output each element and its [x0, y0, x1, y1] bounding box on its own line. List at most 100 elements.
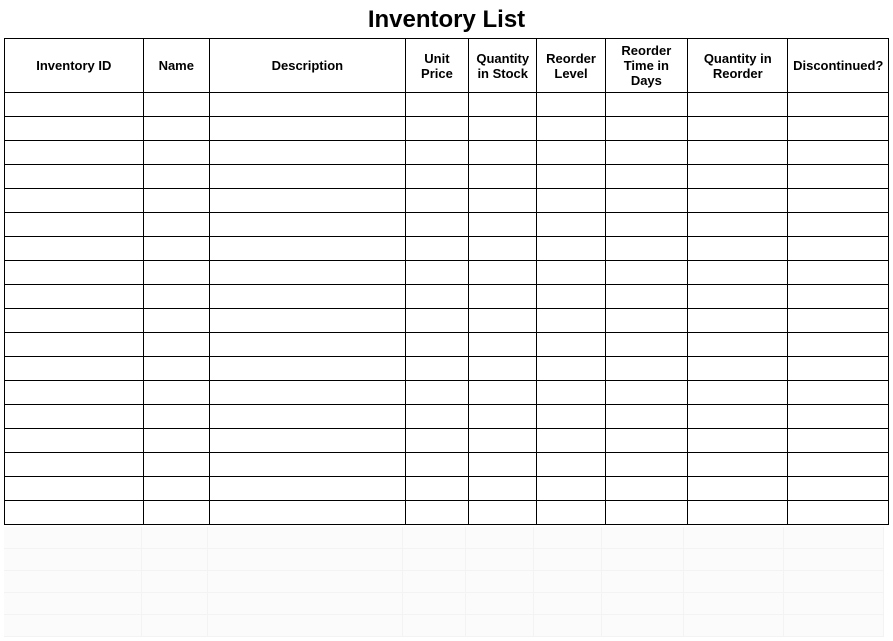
table-cell[interactable] — [537, 357, 605, 381]
table-cell[interactable] — [405, 261, 468, 285]
table-cell[interactable] — [209, 213, 405, 237]
table-cell[interactable] — [537, 165, 605, 189]
table-cell[interactable] — [788, 453, 889, 477]
table-cell[interactable] — [469, 429, 537, 453]
table-cell[interactable] — [688, 93, 788, 117]
table-cell[interactable] — [605, 189, 687, 213]
table-cell[interactable] — [788, 189, 889, 213]
table-cell[interactable] — [469, 309, 537, 333]
table-row[interactable] — [5, 141, 889, 165]
table-cell[interactable] — [537, 309, 605, 333]
table-row[interactable] — [5, 477, 889, 501]
table-cell[interactable] — [405, 141, 468, 165]
table-cell[interactable] — [405, 309, 468, 333]
table-cell[interactable] — [143, 333, 209, 357]
table-cell[interactable] — [788, 357, 889, 381]
table-cell[interactable] — [143, 165, 209, 189]
table-cell[interactable] — [5, 189, 144, 213]
table-cell[interactable] — [788, 405, 889, 429]
table-cell[interactable] — [469, 261, 537, 285]
table-row[interactable] — [5, 237, 889, 261]
table-cell[interactable] — [5, 453, 144, 477]
table-cell[interactable] — [5, 261, 144, 285]
table-cell[interactable] — [788, 477, 889, 501]
table-cell[interactable] — [688, 141, 788, 165]
table-cell[interactable] — [537, 453, 605, 477]
table-cell[interactable] — [5, 333, 144, 357]
table-cell[interactable] — [209, 261, 405, 285]
table-cell[interactable] — [605, 477, 687, 501]
table-cell[interactable] — [469, 285, 537, 309]
table-cell[interactable] — [143, 237, 209, 261]
table-cell[interactable] — [788, 213, 889, 237]
table-cell[interactable] — [143, 309, 209, 333]
table-cell[interactable] — [405, 237, 468, 261]
table-cell[interactable] — [605, 405, 687, 429]
table-cell[interactable] — [5, 213, 144, 237]
table-cell[interactable] — [537, 333, 605, 357]
table-cell[interactable] — [605, 261, 687, 285]
table-cell[interactable] — [5, 477, 144, 501]
table-cell[interactable] — [788, 117, 889, 141]
table-cell[interactable] — [605, 381, 687, 405]
table-row[interactable] — [5, 117, 889, 141]
table-cell[interactable] — [143, 141, 209, 165]
table-cell[interactable] — [469, 117, 537, 141]
table-cell[interactable] — [5, 405, 144, 429]
table-cell[interactable] — [788, 261, 889, 285]
table-cell[interactable] — [405, 477, 468, 501]
table-cell[interactable] — [405, 453, 468, 477]
table-cell[interactable] — [209, 357, 405, 381]
table-cell[interactable] — [688, 117, 788, 141]
table-cell[interactable] — [605, 333, 687, 357]
table-cell[interactable] — [405, 285, 468, 309]
table-cell[interactable] — [143, 429, 209, 453]
table-cell[interactable] — [605, 93, 687, 117]
table-cell[interactable] — [605, 285, 687, 309]
table-cell[interactable] — [405, 93, 468, 117]
table-cell[interactable] — [405, 165, 468, 189]
table-cell[interactable] — [788, 501, 889, 525]
table-cell[interactable] — [469, 333, 537, 357]
table-row[interactable] — [5, 429, 889, 453]
table-cell[interactable] — [537, 93, 605, 117]
table-cell[interactable] — [5, 93, 144, 117]
table-cell[interactable] — [605, 501, 687, 525]
table-cell[interactable] — [143, 117, 209, 141]
table-cell[interactable] — [405, 381, 468, 405]
table-cell[interactable] — [688, 285, 788, 309]
table-cell[interactable] — [688, 453, 788, 477]
table-cell[interactable] — [537, 261, 605, 285]
table-cell[interactable] — [209, 189, 405, 213]
table-cell[interactable] — [405, 501, 468, 525]
table-cell[interactable] — [537, 213, 605, 237]
table-cell[interactable] — [688, 429, 788, 453]
table-cell[interactable] — [209, 501, 405, 525]
table-row[interactable] — [5, 261, 889, 285]
table-cell[interactable] — [143, 405, 209, 429]
table-cell[interactable] — [143, 213, 209, 237]
table-cell[interactable] — [469, 165, 537, 189]
table-cell[interactable] — [5, 141, 144, 165]
table-cell[interactable] — [788, 285, 889, 309]
table-cell[interactable] — [537, 405, 605, 429]
table-cell[interactable] — [688, 357, 788, 381]
table-cell[interactable] — [688, 405, 788, 429]
table-cell[interactable] — [143, 381, 209, 405]
table-cell[interactable] — [688, 309, 788, 333]
table-cell[interactable] — [209, 405, 405, 429]
table-cell[interactable] — [605, 237, 687, 261]
table-cell[interactable] — [405, 117, 468, 141]
table-row[interactable] — [5, 189, 889, 213]
table-cell[interactable] — [209, 333, 405, 357]
table-cell[interactable] — [469, 357, 537, 381]
table-cell[interactable] — [469, 501, 537, 525]
table-cell[interactable] — [209, 477, 405, 501]
table-cell[interactable] — [209, 309, 405, 333]
table-cell[interactable] — [143, 285, 209, 309]
table-cell[interactable] — [788, 141, 889, 165]
table-cell[interactable] — [405, 429, 468, 453]
table-cell[interactable] — [605, 309, 687, 333]
table-cell[interactable] — [788, 333, 889, 357]
table-cell[interactable] — [405, 189, 468, 213]
